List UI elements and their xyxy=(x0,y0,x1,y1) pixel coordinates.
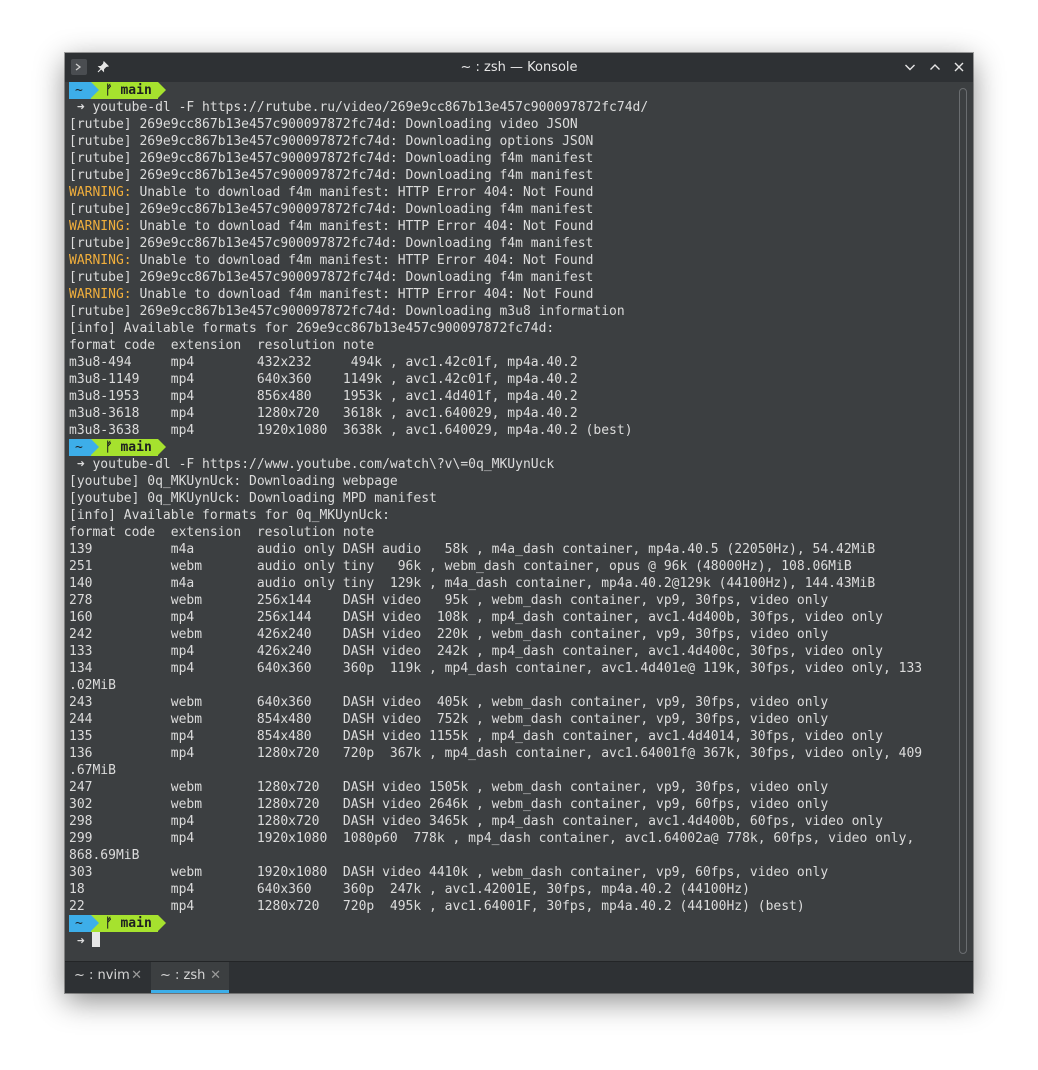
output-line: [rutube] 269e9cc867b13e457c900097872fc74… xyxy=(69,134,594,149)
branch-name: main xyxy=(120,916,152,931)
output-line: 303 webm 1920x1080 DASH video 4410k , we… xyxy=(69,865,829,880)
tab-label: ~ : zsh xyxy=(160,968,206,983)
output-line: 136 mp4 1280x720 720p 367k , mp4_dash co… xyxy=(69,746,923,761)
output-line: .67MiB xyxy=(69,763,116,778)
output-line: [rutube] 269e9cc867b13e457c900097872fc74… xyxy=(69,236,594,251)
terminal-lines: ~ ᚠ main ➜ youtube-dl -F https://rutube.r… xyxy=(69,82,922,949)
git-branch-icon: ᚠ xyxy=(104,83,113,98)
output-line: [info] Available formats for 269e9cc867b… xyxy=(69,321,555,336)
prompt-arrow-icon: ➜ xyxy=(76,934,85,949)
close-window-icon[interactable] xyxy=(949,57,969,77)
output-line: [rutube] 269e9cc867b13e457c900097872fc74… xyxy=(69,202,594,217)
output-line: 139 m4a audio only DASH audio 58k , m4a_… xyxy=(69,542,876,557)
prompt-home-segment: ~ xyxy=(69,439,99,456)
output-line: 135 mp4 854x480 DASH video 1155k , mp4_d… xyxy=(69,729,883,744)
prompt-arrow-icon: ➜ xyxy=(76,100,85,115)
title-bar[interactable]: ~ : zsh — Konsole xyxy=(65,53,973,82)
output-line: 302 webm 1280x720 DASH video 2646k , web… xyxy=(69,797,829,812)
scrollbar-thumb[interactable] xyxy=(959,88,967,954)
prompt-home-segment: ~ xyxy=(69,915,99,932)
window-title: ~ : zsh — Konsole xyxy=(460,60,578,75)
output-line: .02MiB xyxy=(69,678,116,693)
output-line: 160 mp4 256x144 DASH video 108k , mp4_da… xyxy=(69,610,883,625)
current-input-line: ➜ xyxy=(69,932,922,949)
prompt-git-branch-segment: ᚠ main xyxy=(90,439,166,456)
git-branch-icon: ᚠ xyxy=(104,440,113,455)
output-line: 134 mp4 640x360 360p 119k , mp4_dash con… xyxy=(69,661,923,676)
output-line: [rutube] 269e9cc867b13e457c900097872fc74… xyxy=(69,168,594,183)
close-tab-icon[interactable]: ✕ xyxy=(131,962,142,990)
output-line: 140 m4a audio only tiny 129k , m4a_dash … xyxy=(69,576,876,591)
output-line: 298 mp4 1280x720 DASH video 3465k , mp4_… xyxy=(69,814,883,829)
output-line: 251 webm audio only tiny 96k , webm_dash… xyxy=(69,559,852,574)
output-line: 299 mp4 1920x1080 1080p60 778k , mp4_das… xyxy=(69,831,915,846)
prompt-home-segment: ~ xyxy=(69,82,99,99)
konsole-window: ~ : zsh — Konsole ~ ᚠ main ➜ youtube-dl -… xyxy=(65,53,973,993)
tab-nvim[interactable]: ~ : nvim ✕ xyxy=(65,962,150,993)
output-line: m3u8-3618 mp4 1280x720 3618k , avc1.6400… xyxy=(69,406,578,421)
warning-label: WARNING: xyxy=(69,219,132,234)
output-line: m3u8-1953 mp4 856x480 1953k , avc1.4d401… xyxy=(69,389,578,404)
maximize-chevron-up-icon[interactable] xyxy=(925,57,945,77)
branch-name: main xyxy=(120,440,152,455)
branch-name: main xyxy=(120,83,152,98)
command-text: youtube-dl -F https://rutube.ru/video/26… xyxy=(92,100,649,115)
warning-line: WARNING: Unable to download f4m manifest… xyxy=(69,286,922,303)
close-tab-icon[interactable]: ✕ xyxy=(210,962,221,990)
output-line: 22 mp4 1280x720 720p 495k , avc1.64001F,… xyxy=(69,899,805,914)
warning-line: WARNING: Unable to download f4m manifest… xyxy=(69,184,922,201)
output-line: 242 webm 426x240 DASH video 220k , webm_… xyxy=(69,627,829,642)
tab-bar: ~ : nvim ✕ ~ : zsh ✕ xyxy=(65,961,973,993)
shell-prompt: ~ ᚠ main xyxy=(69,915,922,932)
warning-label: WARNING: xyxy=(69,185,132,200)
command-text: youtube-dl -F https://www.youtube.com/wa… xyxy=(92,457,555,472)
warning-line: WARNING: Unable to download f4m manifest… xyxy=(69,218,922,235)
prompt-git-branch-segment: ᚠ main xyxy=(90,82,166,99)
output-line: m3u8-3638 mp4 1920x1080 3638k , avc1.640… xyxy=(69,423,633,438)
shell-prompt: ~ ᚠ main xyxy=(69,439,922,456)
output-line: 868.69MiB xyxy=(69,848,140,863)
warning-text: Unable to download f4m manifest: HTTP Er… xyxy=(131,185,594,200)
command-line: ➜ youtube-dl -F https://www.youtube.com/… xyxy=(69,456,922,473)
prompt-git-branch-segment: ᚠ main xyxy=(90,915,166,932)
output-line: [info] Available formats for 0q_MKUynUck… xyxy=(69,508,390,523)
output-line: [rutube] 269e9cc867b13e457c900097872fc74… xyxy=(69,151,594,166)
output-line: format code extension resolution note xyxy=(69,338,375,353)
output-line: m3u8-494 mp4 432x232 494k , avc1.42c01f,… xyxy=(69,355,578,370)
warning-line: WARNING: Unable to download f4m manifest… xyxy=(69,252,922,269)
output-line: [rutube] 269e9cc867b13e457c900097872fc74… xyxy=(69,304,625,319)
minimize-chevron-down-icon[interactable] xyxy=(900,57,920,77)
tab-label: ~ : nvim xyxy=(74,968,130,983)
output-line: [rutube] 269e9cc867b13e457c900097872fc74… xyxy=(69,117,578,132)
output-line: 133 mp4 426x240 DASH video 242k , mp4_da… xyxy=(69,644,883,659)
output-line: 244 webm 854x480 DASH video 752k , webm_… xyxy=(69,712,829,727)
scrollbar[interactable] xyxy=(955,82,973,961)
warning-text: Unable to download f4m manifest: HTTP Er… xyxy=(131,253,594,268)
output-line: 18 mp4 640x360 360p 247k , avc1.42001E, … xyxy=(69,882,750,897)
prompt-arrow-icon: ➜ xyxy=(76,457,85,472)
output-line: 243 webm 640x360 DASH video 405k , webm_… xyxy=(69,695,829,710)
terminal-output[interactable]: ~ ᚠ main ➜ youtube-dl -F https://rutube.r… xyxy=(65,82,955,961)
warning-label: WARNING: xyxy=(69,287,132,302)
warning-text: Unable to download f4m manifest: HTTP Er… xyxy=(131,287,594,302)
command-line: ➜ youtube-dl -F https://rutube.ru/video/… xyxy=(69,99,922,116)
tab-zsh[interactable]: ~ : zsh ✕ xyxy=(151,962,229,993)
output-line: m3u8-1149 mp4 640x360 1149k , avc1.42c01… xyxy=(69,372,578,387)
output-line: [youtube] 0q_MKUynUck: Downloading webpa… xyxy=(69,474,398,489)
shell-prompt: ~ ᚠ main xyxy=(69,82,922,99)
output-line: [rutube] 269e9cc867b13e457c900097872fc74… xyxy=(69,270,594,285)
text-cursor xyxy=(92,932,101,947)
git-branch-icon: ᚠ xyxy=(104,916,113,931)
output-line: 247 webm 1280x720 DASH video 1505k , web… xyxy=(69,780,829,795)
warning-text: Unable to download f4m manifest: HTTP Er… xyxy=(131,219,594,234)
output-line: [youtube] 0q_MKUynUck: Downloading MPD m… xyxy=(69,491,437,506)
output-line: 278 webm 256x144 DASH video 95k , webm_d… xyxy=(69,593,829,608)
output-line: format code extension resolution note xyxy=(69,525,375,540)
warning-label: WARNING: xyxy=(69,253,132,268)
